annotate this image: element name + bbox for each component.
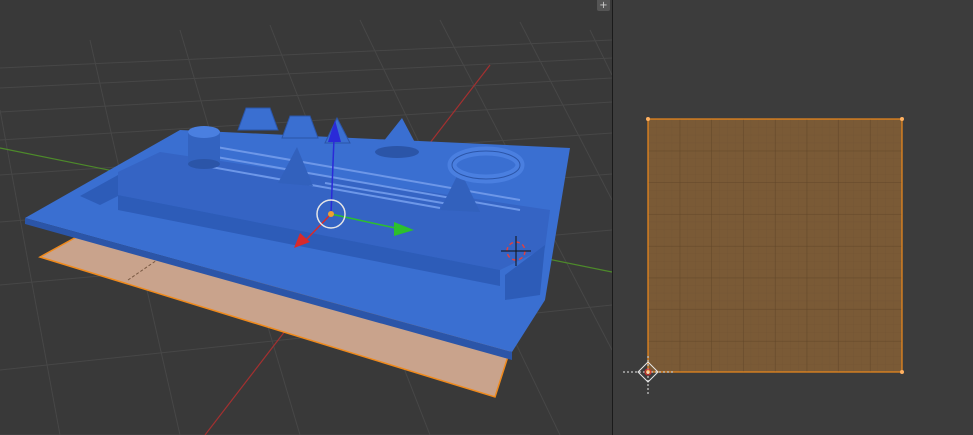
uv-canvas[interactable] <box>613 0 973 435</box>
prism-object[interactable] <box>281 115 319 139</box>
object-origin <box>328 211 334 217</box>
prism-object[interactable] <box>237 107 279 131</box>
3d-viewport[interactable] <box>0 0 612 435</box>
uv-vertex[interactable] <box>646 117 650 121</box>
3d-scene[interactable] <box>0 0 612 435</box>
uv-image-editor[interactable] <box>613 0 973 435</box>
cylinder-object[interactable] <box>188 126 220 169</box>
uv-vertex[interactable] <box>900 117 904 121</box>
uv-vertex[interactable] <box>900 370 904 374</box>
plus-icon[interactable]: + <box>597 0 610 11</box>
